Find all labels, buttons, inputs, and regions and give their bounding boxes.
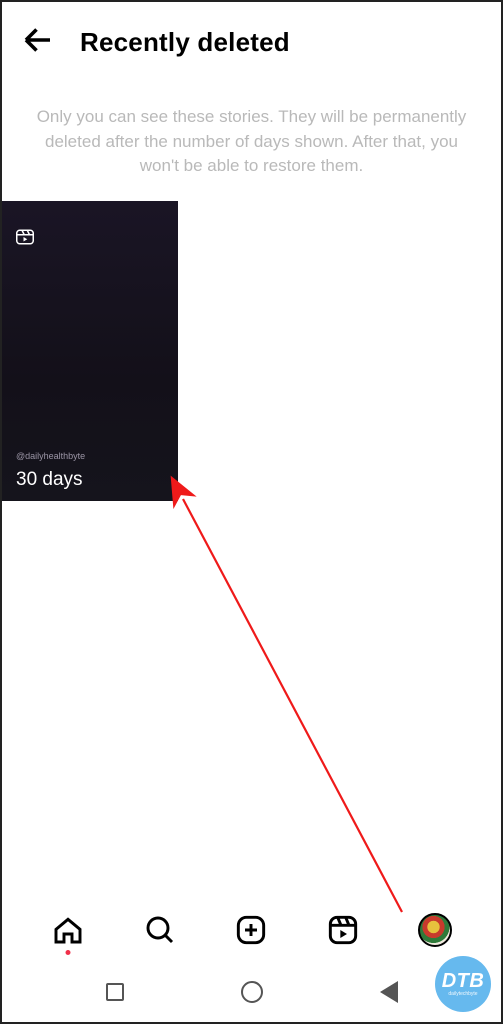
create-tab[interactable] — [234, 913, 268, 947]
back-button[interactable] — [380, 981, 398, 1003]
story-handle: @dailyhealthbyte — [16, 451, 85, 461]
profile-tab[interactable] — [418, 913, 452, 947]
deleted-items-grid: @dailyhealthbyte 30 days — [2, 179, 501, 501]
bottom-tab-bar — [2, 898, 501, 962]
system-nav-bar — [2, 962, 501, 1022]
recent-apps-button[interactable] — [106, 983, 124, 1001]
days-remaining-label: 30 days — [16, 469, 83, 491]
info-text: Only you can see these stories. They wil… — [2, 73, 501, 179]
avatar-icon — [418, 913, 452, 947]
watermark-badge: DTB dailytechbyte — [435, 956, 491, 1012]
deleted-story-thumbnail[interactable]: @dailyhealthbyte 30 days — [2, 201, 178, 501]
search-tab[interactable] — [143, 913, 177, 947]
reels-icon — [16, 229, 34, 250]
notification-dot-icon — [65, 950, 70, 955]
page-title: Recently deleted — [80, 27, 290, 58]
home-button[interactable] — [241, 981, 263, 1003]
back-arrow-icon[interactable] — [20, 22, 56, 63]
home-tab[interactable] — [51, 913, 85, 947]
reels-tab[interactable] — [326, 913, 360, 947]
